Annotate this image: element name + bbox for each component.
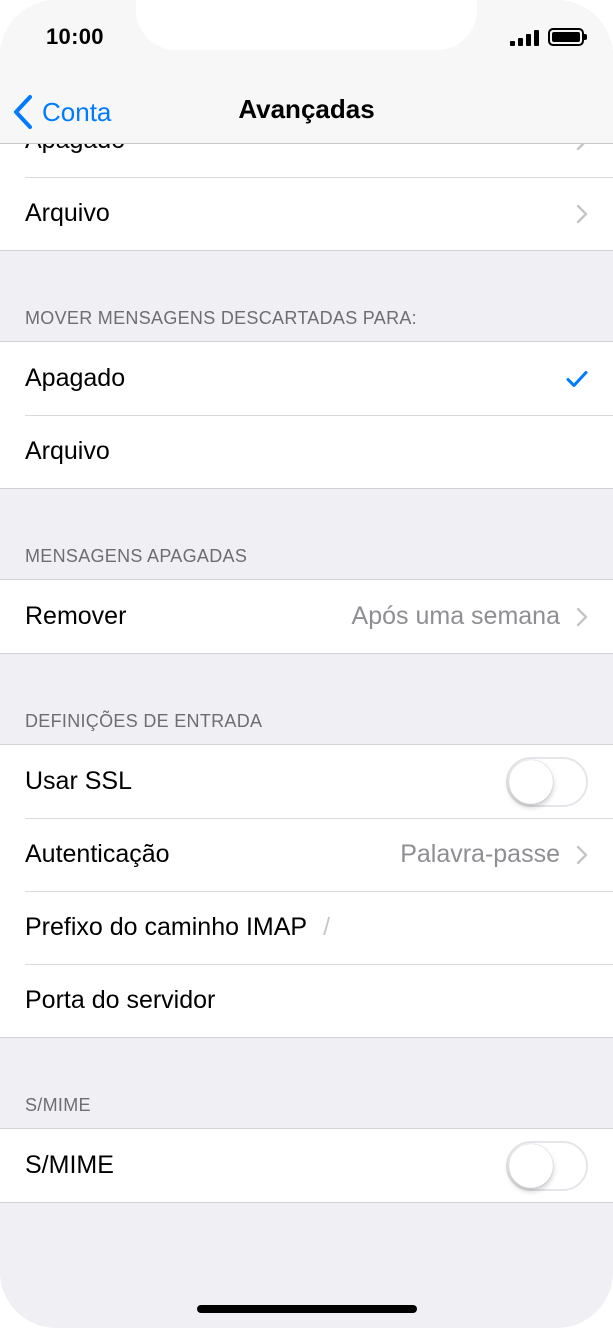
deleted-messages-group: Remover Após uma semana [0,579,613,654]
battery-icon [548,28,587,46]
row-label: S/MIME [25,1151,114,1179]
cellular-signal-icon [510,30,540,46]
imap-prefix-input[interactable]: / [323,913,330,942]
checkmark-icon [566,370,588,387]
use-ssl-toggle[interactable] [506,756,588,807]
page-title: Avançadas [238,94,375,124]
section-header-move-discarded: MOVER MENSAGENS DESCARTADAS PARA: [25,308,417,328]
row-label: Apagado [25,144,125,155]
chevron-right-icon [576,845,588,864]
incoming-settings-group: Usar SSL Autenticação Palavra-passe Pref… [0,744,613,1038]
row-server-port: Porta do servidor [0,964,613,1037]
row-label: Apagado [25,364,126,392]
row-smime: S/MIME [0,1129,613,1202]
settings-list[interactable]: Apagado Arquivo MOVER MENSAGENS DESCARTA… [0,144,613,1328]
notch [136,0,477,50]
chevron-right-icon [576,607,588,626]
server-port-input[interactable] [215,964,588,1037]
smime-group: S/MIME [0,1128,613,1203]
row-archive-mailbox[interactable]: Arquivo [0,177,613,250]
chevron-right-icon [576,144,585,150]
row-label: Arquivo [25,437,110,465]
row-remove[interactable]: Remover Após uma semana [0,580,613,653]
move-discarded-group: Apagado Arquivo [0,341,613,489]
row-label: Porta do servidor [25,986,216,1014]
row-label: Prefixo do caminho IMAP [25,913,308,941]
option-archive[interactable]: Arquivo [0,415,613,488]
row-label: Remover [25,602,127,630]
status-time: 10:00 [46,24,104,49]
row-authentication[interactable]: Autenticação Palavra-passe [0,818,613,891]
section-header-deleted-messages: MENSAGENS APAGADAS [25,546,248,566]
row-imap-prefix: Prefixo do caminho IMAP / [0,891,613,964]
mailbox-behaviors-group: Apagado Arquivo [0,144,613,251]
row-label: Autenticação [25,840,170,868]
chevron-right-icon [576,204,588,223]
section-header-incoming-settings: DEFINIÇÕES DE ENTRADA [25,711,263,731]
row-label: Usar SSL [25,767,132,795]
phone-screen: 10:00 Conta Avançadas Apagado [0,0,613,1328]
authentication-value: Palavra-passe [400,840,560,868]
option-deleted[interactable]: Apagado [0,342,613,415]
status-bar: 10:00 [0,0,613,80]
row-use-ssl: Usar SSL [0,745,613,818]
remove-value: Após uma semana [351,602,560,630]
row-deleted-mailbox[interactable]: Apagado [0,144,613,177]
smime-toggle[interactable] [506,1140,588,1191]
toggle-knob [509,1143,553,1188]
row-label: Arquivo [25,199,110,227]
home-indicator[interactable] [197,1305,417,1313]
section-header-smime: S/MIME [25,1095,91,1115]
navigation-bar: Conta Avançadas [0,80,613,144]
toggle-knob [509,759,553,804]
